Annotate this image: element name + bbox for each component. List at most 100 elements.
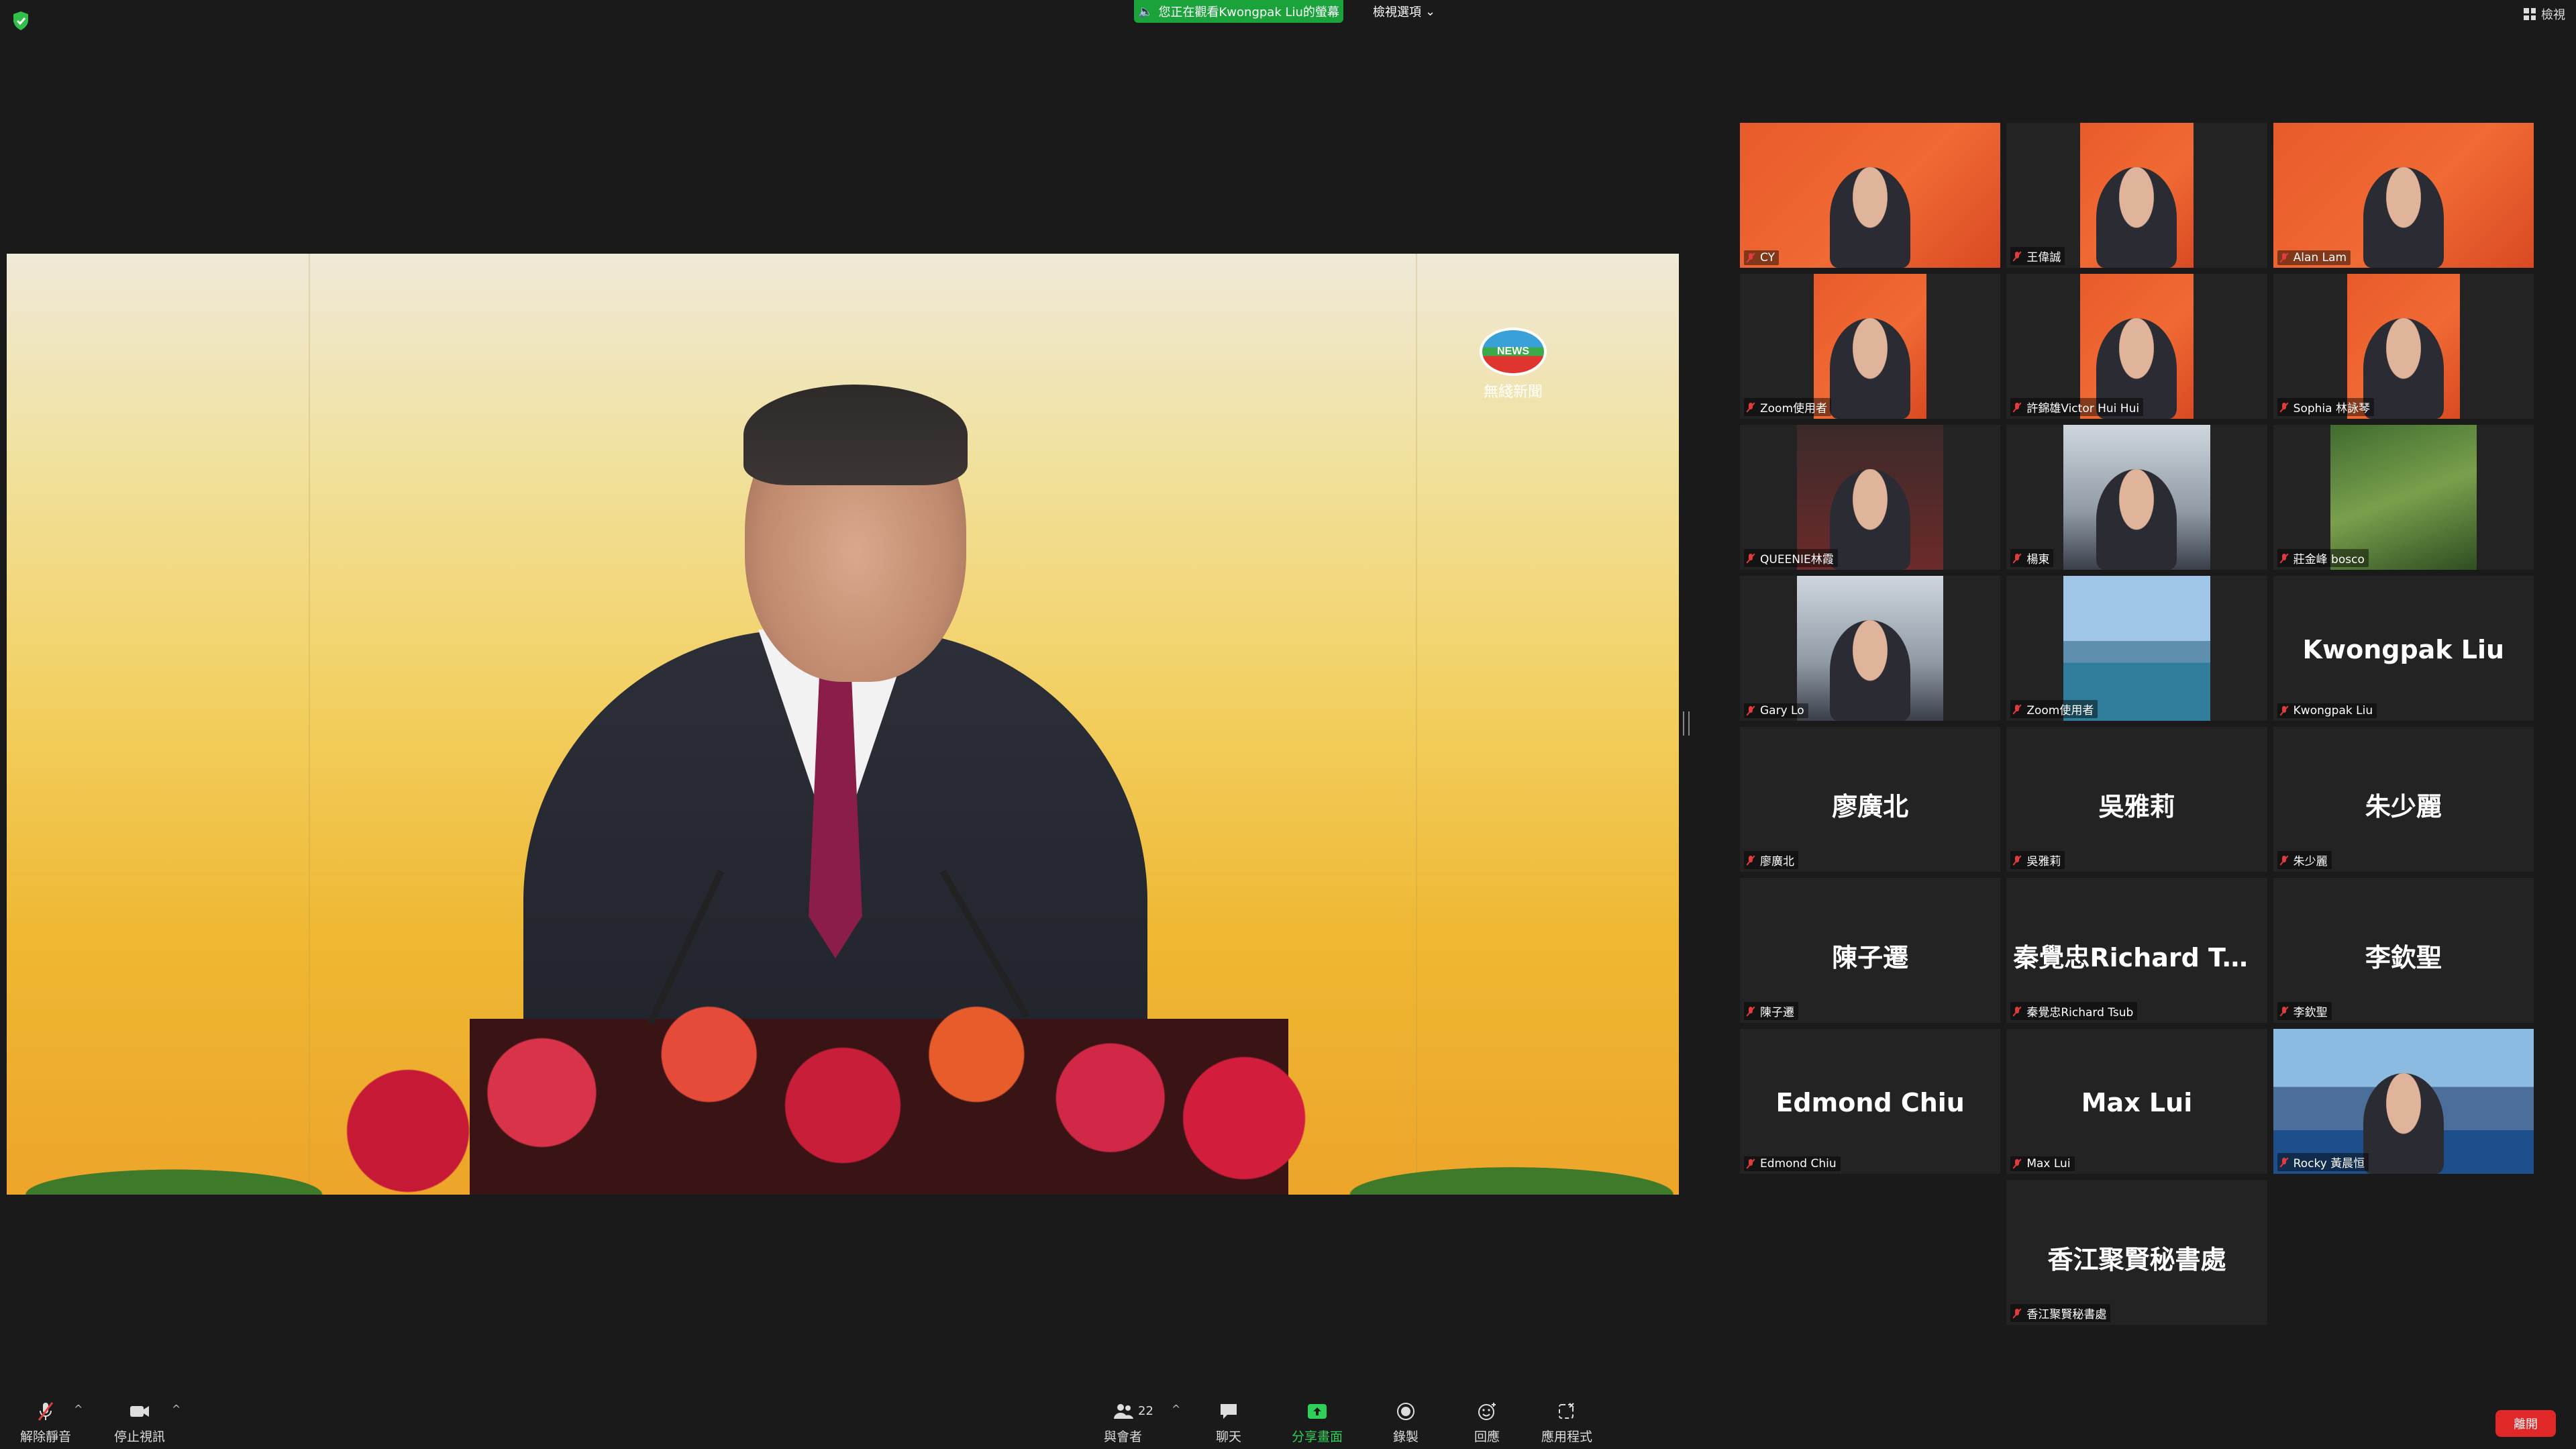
participant-tile[interactable]: 楊東 bbox=[2006, 425, 2267, 570]
participant-tile[interactable]: Alan Lam bbox=[2273, 123, 2534, 268]
participant-name-label: Max Lui bbox=[2010, 1156, 2075, 1171]
participant-tile[interactable]: Sophia 林詠琴 bbox=[2273, 274, 2534, 419]
participant-name: QUEENIE林霞 bbox=[1760, 553, 1834, 566]
participant-name: Zoom使用者 bbox=[1760, 402, 1828, 415]
chat-button[interactable]: 聊天 bbox=[1216, 1401, 1241, 1445]
view-toggle-button[interactable]: 檢視 bbox=[2524, 4, 2565, 24]
participant-tile[interactable]: Kwongpak Liu Kwongpak Liu bbox=[2273, 576, 2534, 721]
participant-video bbox=[2347, 274, 2460, 419]
participant-name: Zoom使用者 bbox=[2026, 704, 2094, 717]
participants-options-chevron-icon[interactable]: ^ bbox=[1172, 1403, 1180, 1415]
muted-mic-icon bbox=[1745, 252, 1756, 263]
participant-video bbox=[2063, 576, 2210, 721]
gallery-grid-icon bbox=[2524, 8, 2536, 20]
meeting-toolbar: 解除靜音 ^ 停止視訊 ^ 與會者 22 ^ 聊天 分享畫面 錄製 回應 應用程… bbox=[0, 1387, 2576, 1449]
participant-video bbox=[2273, 1029, 2534, 1174]
participant-display-name: 廖廣北 bbox=[1832, 792, 1909, 821]
share-screen-button[interactable]: 分享畫面 bbox=[1292, 1401, 1343, 1445]
view-options-label: 檢視選項 bbox=[1373, 5, 1421, 19]
unmute-button[interactable]: 解除靜音 bbox=[20, 1401, 71, 1445]
participant-tile[interactable]: CY bbox=[1740, 123, 2001, 268]
participant-figure bbox=[1830, 469, 1911, 570]
record-button[interactable]: 錄製 bbox=[1393, 1401, 1419, 1445]
stop-video-label: 停止視訊 bbox=[114, 1430, 166, 1444]
participant-tile[interactable]: 廖廣北 廖廣北 bbox=[1740, 727, 2001, 872]
participant-tile[interactable]: 李欽聖 李欽聖 bbox=[2273, 878, 2534, 1023]
participant-name: CY bbox=[1760, 251, 1775, 264]
chat-label: 聊天 bbox=[1216, 1430, 1242, 1444]
muted-mic-icon bbox=[1745, 705, 1756, 716]
reactions-label: 回應 bbox=[1474, 1430, 1500, 1444]
muted-mic-icon bbox=[2012, 553, 2022, 564]
muted-mic-icon bbox=[2279, 252, 2289, 263]
participant-tile[interactable]: 王偉誠 bbox=[2006, 123, 2267, 268]
participant-name: Max Lui bbox=[2026, 1157, 2071, 1170]
participant-name-label: Gary Lo bbox=[1744, 703, 1808, 718]
participant-name-label: CY bbox=[1744, 250, 1779, 265]
muted-mic-icon bbox=[2012, 704, 2022, 715]
participant-tile[interactable]: 朱少麗 朱少麗 bbox=[2273, 727, 2534, 872]
participant-display-name: Edmond Chiu bbox=[1775, 1088, 1965, 1117]
apps-button[interactable]: 應用程式 bbox=[1541, 1401, 1592, 1445]
participant-tile[interactable]: Max Lui Max Lui bbox=[2006, 1029, 2267, 1174]
news-logo-badge: NEWS bbox=[1480, 328, 1547, 376]
speaker-hair bbox=[743, 385, 968, 485]
participant-tile[interactable]: Zoom使用者 bbox=[1740, 274, 2001, 419]
view-options-menu[interactable]: 檢視選項 ⌄ bbox=[1373, 0, 1435, 23]
participant-gallery: CY 王偉誠 Alan Lam Zoom使用者 許錦雄Victor Hui Hui Sop… bbox=[1740, 123, 2534, 1325]
participant-name-label: 楊東 bbox=[2010, 549, 2054, 567]
leave-button[interactable]: 離開 bbox=[2495, 1410, 2556, 1437]
shared-screen[interactable]: NEWS 無綫新聞 bbox=[7, 254, 1679, 1195]
participant-display-name: 吳雅莉 bbox=[2098, 792, 2175, 821]
muted-mic-icon bbox=[1745, 553, 1756, 564]
view-toggle-label: 檢視 bbox=[2541, 8, 2565, 22]
muted-mic-icon bbox=[2279, 705, 2289, 716]
participant-tile[interactable]: 秦覺忠Richard Ts... 秦覺忠Richard Tsub bbox=[2006, 878, 2267, 1023]
participant-display-name: 陳子遷 bbox=[1832, 943, 1909, 972]
participant-name: 秦覺忠Richard Tsub bbox=[2026, 1006, 2134, 1019]
participant-name-label: Zoom使用者 bbox=[2010, 700, 2098, 718]
record-icon bbox=[1394, 1401, 1417, 1421]
participant-figure bbox=[1830, 620, 1911, 721]
participant-display-name: Max Lui bbox=[2081, 1088, 2193, 1117]
muted-mic-icon bbox=[1745, 1158, 1756, 1169]
participant-tile[interactable]: 許錦雄Victor Hui Hui bbox=[2006, 274, 2267, 419]
split-view-handle[interactable] bbox=[1683, 711, 1690, 736]
unmute-label: 解除靜音 bbox=[20, 1430, 72, 1444]
participant-name-label: Kwongpak Liu bbox=[2277, 703, 2377, 718]
participant-video bbox=[1814, 274, 1927, 419]
participant-video bbox=[1797, 576, 1944, 721]
participant-name: 香江聚賢秘書處 bbox=[2026, 1308, 2107, 1321]
participant-tile[interactable]: 陳子遷 陳子遷 bbox=[1740, 878, 2001, 1023]
flower-arrangement bbox=[7, 940, 1679, 1195]
participant-tile[interactable]: 吳雅莉 吳雅莉 bbox=[2006, 727, 2267, 872]
participant-name-label: 莊金峰 bosco bbox=[2277, 549, 2369, 567]
participant-tile[interactable]: 香江聚賢秘書處 香江聚賢秘書處 bbox=[2006, 1180, 2267, 1325]
muted-mic-icon bbox=[2279, 1006, 2289, 1017]
participant-display-name: Kwongpak Liu bbox=[2302, 635, 2505, 664]
participant-figure bbox=[2363, 167, 2444, 268]
participant-name: 王偉誠 bbox=[2026, 251, 2061, 264]
video-options-chevron-icon[interactable]: ^ bbox=[172, 1403, 181, 1415]
participants-label: 與會者 bbox=[1104, 1430, 1143, 1444]
participant-name-label: 陳子遷 bbox=[1744, 1002, 1798, 1020]
share-screen-label: 分享畫面 bbox=[1292, 1430, 1343, 1444]
participants-button[interactable]: 與會者 bbox=[1104, 1401, 1142, 1445]
participant-figure bbox=[2096, 167, 2177, 268]
participant-tile[interactable]: 莊金峰 bosco bbox=[2273, 425, 2534, 570]
participant-figure bbox=[2363, 1073, 2444, 1174]
encryption-shield-icon[interactable] bbox=[12, 11, 30, 31]
apps-icon bbox=[1555, 1401, 1578, 1421]
participant-tile[interactable]: QUEENIE林霞 bbox=[1740, 425, 2001, 570]
participant-name-label: Rocky 黃晨恒 bbox=[2277, 1153, 2369, 1171]
audio-options-chevron-icon[interactable]: ^ bbox=[74, 1403, 83, 1415]
stop-video-button[interactable]: 停止視訊 bbox=[114, 1401, 165, 1445]
muted-mic-icon bbox=[2279, 855, 2289, 866]
participant-tile[interactable]: Edmond Chiu Edmond Chiu bbox=[1740, 1029, 2001, 1174]
participant-name: 莊金峰 bosco bbox=[2293, 553, 2365, 566]
participant-tile[interactable]: Rocky 黃晨恒 bbox=[2273, 1029, 2534, 1174]
share-screen-icon bbox=[1306, 1401, 1329, 1421]
participant-tile[interactable]: Zoom使用者 bbox=[2006, 576, 2267, 721]
reactions-button[interactable]: 回應 bbox=[1474, 1401, 1500, 1445]
participant-tile[interactable]: Gary Lo bbox=[1740, 576, 2001, 721]
